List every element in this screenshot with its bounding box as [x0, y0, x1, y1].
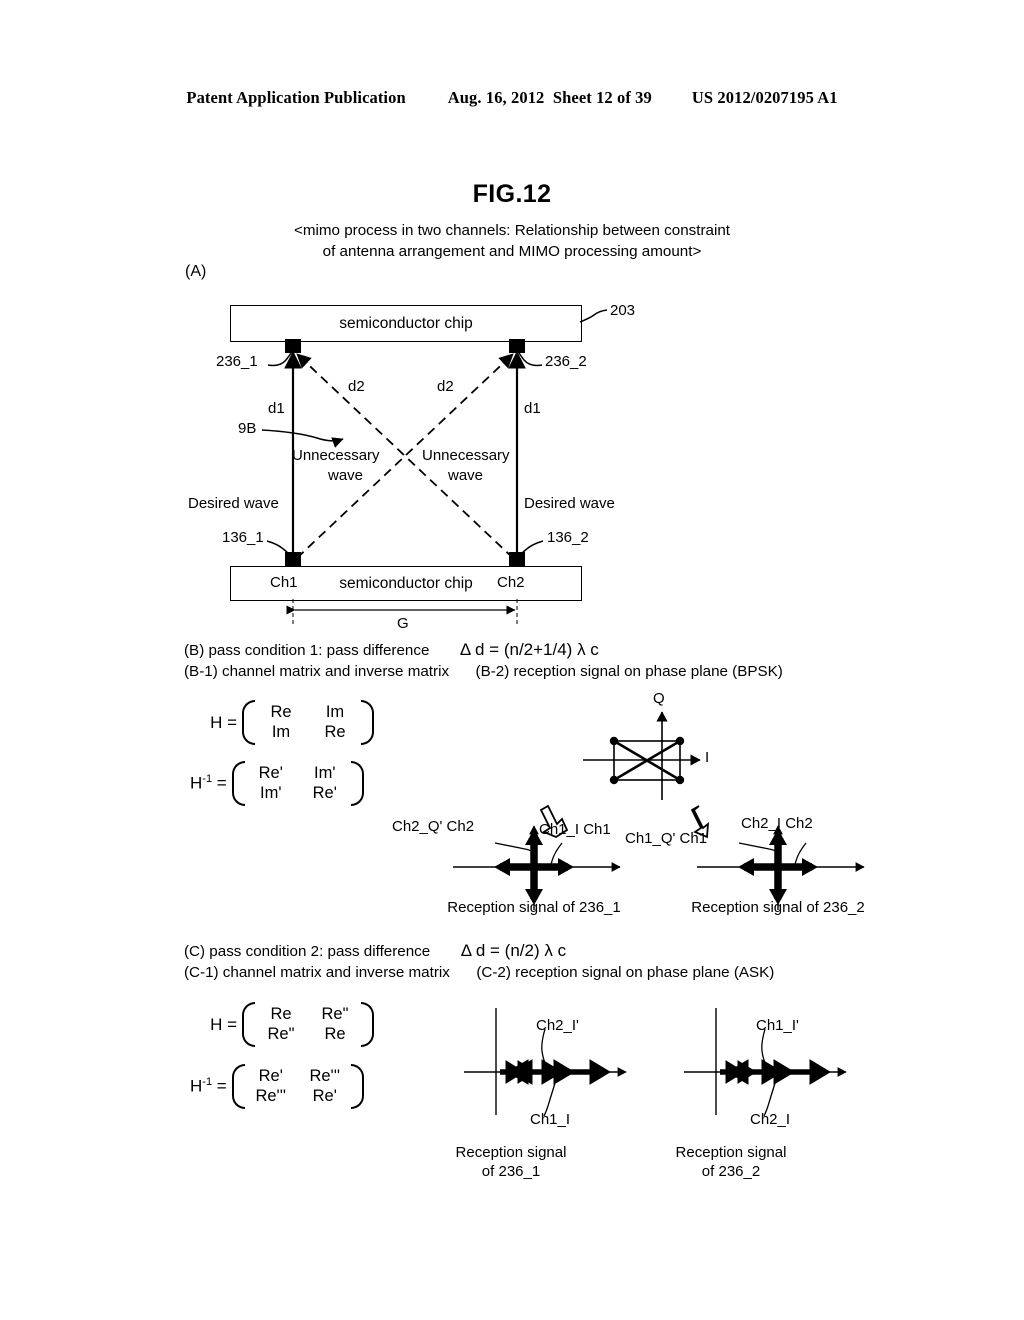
ask2-caption: Reception signal of 236_2 — [636, 1143, 826, 1181]
ask1-caption-line1: Reception signal — [455, 1144, 567, 1161]
ask2-label-bottom: Ch2_I — [750, 1111, 791, 1128]
ask1-top-leader — [541, 1028, 547, 1066]
ask2-caption-line1: Reception signal — [675, 1144, 787, 1161]
ask1-caption: Reception signal of 236_1 — [416, 1143, 606, 1181]
ask1-label-top: Ch2_I' — [536, 1017, 579, 1034]
ask2-top-leader — [761, 1028, 767, 1066]
ask1-arrow-cluster — [500, 1059, 611, 1085]
ask1-label-bottom: Ch1_I — [530, 1111, 571, 1128]
ask1-caption-line2: of 236_1 — [481, 1163, 541, 1180]
panel-c-graphics — [464, 1008, 847, 1117]
ask2-arrow-cluster — [720, 1059, 831, 1085]
ask2-label-top: Ch1_I' — [756, 1017, 799, 1034]
patent-page: Patent Application Publication Aug. 16, 2… — [0, 0, 1024, 1320]
ask2-caption-line2: of 236_2 — [701, 1163, 761, 1180]
